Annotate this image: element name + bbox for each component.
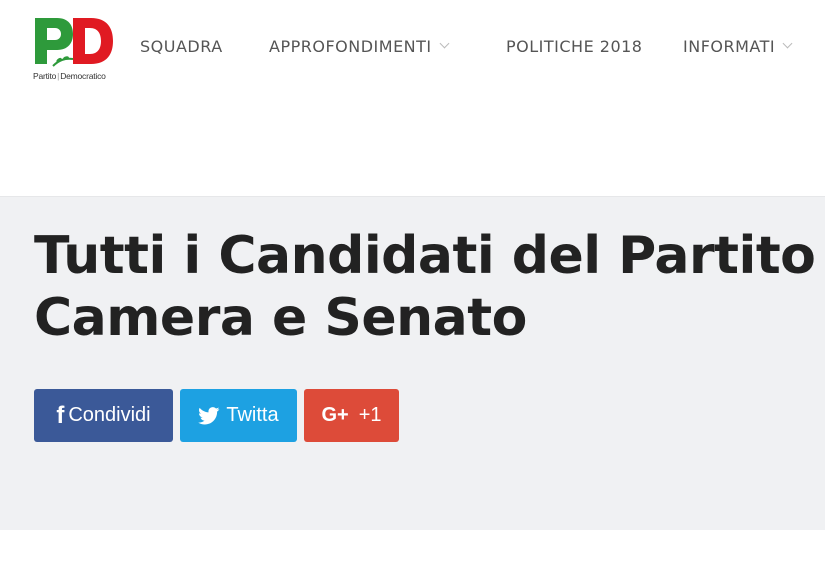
chevron-down-icon [782, 38, 793, 49]
logo-wordmark: Partito|Democratico [33, 71, 106, 81]
nav-item-informati[interactable]: INFORMATI [683, 37, 793, 56]
twitter-icon [198, 406, 220, 425]
content-area [0, 530, 825, 565]
pd-logo[interactable]: Partito|Democratico [33, 16, 115, 84]
google-plus-icon: G+ [321, 404, 349, 426]
facebook-icon: f [56, 401, 65, 429]
chevron-down-icon [439, 38, 450, 49]
nav-item-approfondimenti[interactable]: APPROFONDIMENTI [269, 37, 450, 56]
nav-item-label: APPROFONDIMENTI [269, 37, 432, 56]
page-title: Tutti i Candidati del Partito Camera e S… [34, 226, 816, 348]
site-header: Partito|Democratico SQUADRA APPROFONDIME… [0, 0, 825, 196]
hero-section: Tutti i Candidati del Partito Camera e S… [0, 196, 825, 531]
twitter-share-button[interactable]: Twitta [180, 389, 297, 442]
nav-item-squadra[interactable]: SQUADRA [140, 37, 223, 56]
nav-item-label: INFORMATI [683, 37, 776, 56]
nav-item-label: POLITICHE 2018 [506, 37, 643, 56]
google-plus-share-button[interactable]: G+ +1 [304, 389, 399, 442]
nav-item-label: SQUADRA [140, 37, 223, 56]
nav-item-politiche-2018[interactable]: POLITICHE 2018 [506, 37, 642, 56]
facebook-share-button[interactable]: f Condividi [34, 389, 173, 442]
pd-logo-mark [35, 18, 113, 67]
